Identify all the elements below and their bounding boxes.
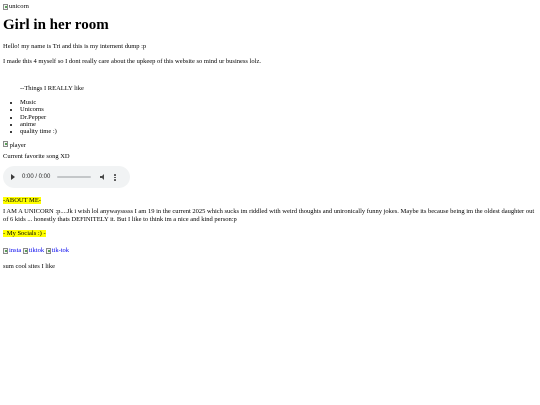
likes-heading: --Things I REALLY like [20, 84, 84, 92]
socials-links: insta tiktok tik-tok [3, 247, 537, 256]
about-heading: -ABOUT ME- [3, 197, 537, 205]
volume-icon[interactable] [100, 174, 106, 181]
intro-line-2: I made this 4 myself so I dont really ca… [3, 58, 261, 66]
broken-image-icon [3, 141, 8, 148]
audio-seek-bar[interactable] [57, 176, 92, 179]
socials-heading: - My Socials :) - [3, 230, 537, 238]
tiktok-link[interactable]: tiktok [22, 246, 45, 256]
socials-heading-text: - My Socials :) - [3, 230, 46, 238]
tik-tok-link[interactable]: tik-tok [45, 246, 70, 256]
likes-item: anime [20, 121, 537, 128]
likes-item: Dr.Pepper [20, 114, 537, 121]
broken-image-icon [22, 247, 28, 254]
unicorn-image: unicorn [3, 3, 29, 10]
audio-player[interactable]: 0:00 / 0:00 [3, 166, 130, 189]
cool-sites-label: sum cool sites I like [3, 263, 55, 271]
audio-time: 0:00 / 0:00 [22, 173, 51, 180]
likes-item: Music [20, 99, 537, 106]
player-image-alt: player [9, 142, 26, 150]
unicorn-image-alt: unicorn [9, 3, 29, 10]
page-title: Girl in her room [3, 17, 109, 34]
tik-tok-link-alt: tik-tok [51, 246, 70, 254]
broken-image-icon [3, 3, 8, 10]
likes-item: quality time :) [20, 128, 537, 135]
insta-link[interactable]: insta [3, 246, 22, 256]
about-text: I AM A UNICORN :p....Jk i wish lol anywa… [3, 207, 535, 223]
play-icon[interactable] [11, 174, 15, 181]
insta-link-alt: insta [9, 246, 22, 254]
broken-image-icon [3, 247, 8, 254]
likes-list: Music Unicorns Dr.Pepper anime quality t… [3, 99, 537, 135]
more-options-icon[interactable] [114, 174, 116, 181]
player-image: player [3, 141, 537, 149]
favorite-song-label: Current favorite song XD [3, 152, 70, 160]
likes-item: Unicorns [20, 106, 537, 113]
intro-line-1: Hello! my name is Tri and this is my int… [3, 42, 147, 50]
broken-image-icon [45, 247, 51, 254]
tiktok-link-alt: tiktok [28, 246, 45, 254]
page: unicorn Girl in her room Hello! my name … [0, 0, 540, 271]
about-heading-text: -ABOUT ME- [3, 197, 41, 205]
